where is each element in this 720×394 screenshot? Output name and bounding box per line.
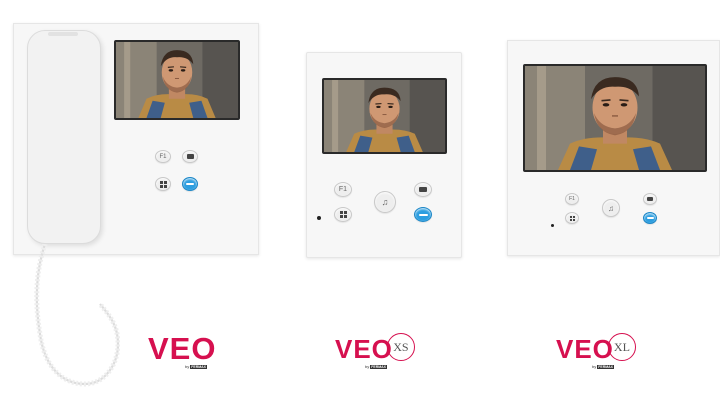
menu-grid-icon bbox=[339, 211, 347, 218]
monitor-veo-xl-screen bbox=[523, 64, 707, 172]
visitor-video-image bbox=[525, 66, 705, 170]
door-open-button[interactable] bbox=[182, 177, 198, 191]
menu-button[interactable] bbox=[334, 207, 352, 222]
camera-icon bbox=[647, 197, 653, 201]
camera-button[interactable] bbox=[414, 182, 432, 197]
xl-badge: XL bbox=[607, 333, 636, 361]
veo-xl-byline: by FERMAX bbox=[592, 364, 615, 369]
fermax-brand: FERMAX bbox=[370, 364, 388, 369]
camera-button[interactable] bbox=[182, 150, 198, 163]
visitor-video-image bbox=[116, 42, 238, 118]
visitor-video-image bbox=[324, 80, 445, 152]
fermax-brand: FERMAX bbox=[190, 364, 208, 369]
f1-label: F1 bbox=[569, 196, 575, 202]
camera-button[interactable] bbox=[643, 193, 657, 205]
camera-icon bbox=[186, 154, 194, 159]
status-led bbox=[551, 224, 554, 227]
veo-xl-logo: VEO XL bbox=[556, 333, 636, 364]
handset-earpiece bbox=[48, 32, 78, 36]
fermax-brand: FERMAX bbox=[597, 364, 615, 369]
menu-button[interactable] bbox=[155, 177, 171, 191]
by-text: by bbox=[185, 364, 190, 369]
veo-xs-logo-text: VEO bbox=[335, 334, 393, 364]
status-led bbox=[317, 216, 321, 220]
key-icon bbox=[646, 217, 654, 219]
monitor-veo-xs-screen bbox=[322, 78, 447, 154]
door-open-button[interactable] bbox=[414, 207, 432, 222]
veo-xs-byline: by FERMAX bbox=[365, 364, 388, 369]
mute-icon: ♫ bbox=[608, 203, 614, 213]
mute-button[interactable]: ♫ bbox=[374, 191, 396, 213]
by-text: by bbox=[592, 364, 597, 369]
mute-button[interactable]: ♫ bbox=[602, 199, 620, 217]
veo-byline: by FERMAX bbox=[185, 364, 208, 369]
camera-icon bbox=[419, 187, 427, 192]
key-icon bbox=[418, 213, 428, 216]
menu-grid-icon bbox=[569, 215, 575, 221]
f1-button[interactable]: F1 bbox=[155, 150, 171, 163]
veo-logo: VEO bbox=[148, 333, 216, 364]
handset-cord bbox=[34, 244, 120, 387]
mute-icon: ♫ bbox=[381, 197, 389, 207]
veo-logo-text: VEO bbox=[148, 331, 217, 366]
menu-grid-icon bbox=[159, 180, 167, 188]
key-icon bbox=[186, 183, 194, 185]
veo-xs-logo: VEO XS bbox=[335, 333, 415, 364]
f1-button[interactable]: F1 bbox=[334, 182, 352, 197]
menu-button[interactable] bbox=[565, 212, 579, 224]
by-text: by bbox=[365, 364, 370, 369]
monitor-veo-screen bbox=[114, 40, 240, 120]
handset[interactable] bbox=[27, 30, 101, 244]
f1-label: F1 bbox=[159, 153, 167, 160]
door-open-button[interactable] bbox=[643, 212, 657, 224]
xs-badge: XS bbox=[386, 333, 415, 361]
f1-label: F1 bbox=[338, 186, 348, 193]
veo-xl-logo-text: VEO bbox=[556, 334, 614, 364]
f1-button[interactable]: F1 bbox=[565, 193, 579, 205]
